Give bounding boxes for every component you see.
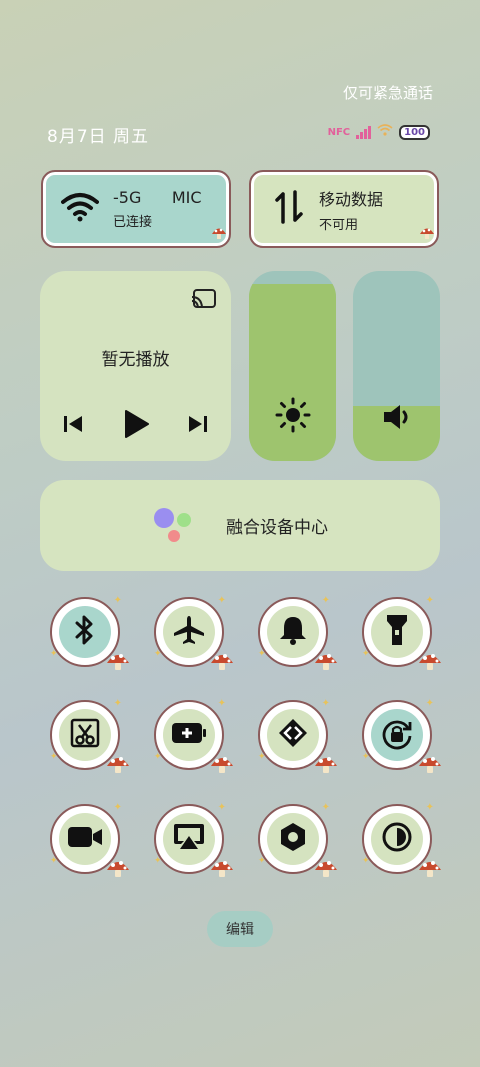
mushroom-icon bbox=[210, 651, 234, 671]
mushroom-icon bbox=[106, 651, 130, 671]
sparkle-icon: ✦ bbox=[217, 802, 226, 813]
screen-record-icon bbox=[66, 824, 104, 854]
emergency-call-status: 仅可紧急通话 bbox=[342, 84, 433, 102]
device-center-icon bbox=[152, 504, 196, 548]
edit-button[interactable]: 编辑 bbox=[207, 911, 273, 947]
mushroom-icon bbox=[106, 754, 130, 774]
mushroom-icon bbox=[210, 858, 234, 878]
battery-saver-toggle[interactable]: ✦ ✦ bbox=[154, 698, 233, 773]
screen-cast-toggle[interactable]: ✦ ✦ bbox=[154, 802, 233, 877]
wifi-network-name: -5G bbox=[113, 188, 142, 207]
wifi-status-icon bbox=[377, 124, 393, 140]
sparkle-icon: ✦ bbox=[154, 649, 162, 659]
screen-cast-icon bbox=[172, 822, 206, 856]
sparkle-icon: ✦ bbox=[321, 698, 330, 709]
dark-mode-icon bbox=[381, 821, 413, 857]
data-transfer-icon bbox=[275, 190, 303, 228]
nfc-icon: NFC bbox=[327, 126, 351, 138]
bluetooth-icon bbox=[71, 614, 99, 650]
volume-slider[interactable] bbox=[353, 271, 440, 461]
sparkle-icon: ✦ bbox=[258, 752, 266, 762]
brightness-fill bbox=[249, 284, 336, 461]
sparkle-icon: ✦ bbox=[154, 856, 162, 866]
sparkle-icon: ✦ bbox=[362, 752, 370, 762]
rotation-lock-icon bbox=[380, 716, 414, 754]
sparkle-icon: ✦ bbox=[113, 595, 122, 606]
mushroom-icon bbox=[418, 651, 442, 671]
bluetooth-toggle[interactable]: ✦ ✦ bbox=[50, 595, 129, 670]
mobile-data-status: 不可用 bbox=[319, 217, 359, 233]
battery-icon: 100 bbox=[399, 124, 430, 140]
previous-track-icon[interactable] bbox=[62, 414, 84, 438]
airplane-mode-toggle[interactable]: ✦ ✦ bbox=[154, 595, 233, 670]
sparkle-icon: ✦ bbox=[425, 698, 434, 709]
mushroom-icon bbox=[211, 226, 227, 244]
screenshot-scissors-icon bbox=[69, 717, 101, 753]
battery-saver-icon bbox=[170, 721, 208, 749]
flashlight-icon bbox=[385, 613, 409, 651]
mobile-data-tile[interactable]: 移动数据 不可用 bbox=[249, 170, 439, 248]
sparkle-icon: ✦ bbox=[50, 649, 58, 659]
rotation-lock-toggle[interactable]: ✦ ✦ bbox=[362, 698, 441, 773]
settings-nut-toggle[interactable]: ✦ ✦ bbox=[258, 802, 337, 877]
sparkle-icon: ✦ bbox=[154, 752, 162, 762]
wifi-status: 已连接 bbox=[113, 215, 153, 230]
mushroom-icon bbox=[418, 754, 442, 774]
mushroom-icon bbox=[314, 651, 338, 671]
mushroom-icon bbox=[314, 858, 338, 878]
brightness-slider[interactable] bbox=[249, 271, 336, 461]
mushroom-icon bbox=[418, 858, 442, 878]
mushroom-icon bbox=[419, 226, 435, 244]
ringer-icon bbox=[278, 614, 308, 650]
sparkle-icon: ✦ bbox=[425, 802, 434, 813]
volume-icon bbox=[353, 401, 440, 433]
sparkle-icon: ✦ bbox=[217, 595, 226, 606]
brightness-icon bbox=[249, 397, 336, 433]
sparkle-icon: ✦ bbox=[362, 856, 370, 866]
flashlight-toggle[interactable]: ✦ ✦ bbox=[362, 595, 441, 670]
device-center-card[interactable]: 融合设备中心 bbox=[40, 480, 440, 571]
play-icon[interactable] bbox=[122, 409, 150, 443]
airplane-mode-icon bbox=[172, 614, 206, 650]
cast-icon[interactable] bbox=[191, 288, 216, 308]
mushroom-icon bbox=[106, 858, 130, 878]
sparkle-icon: ✦ bbox=[113, 802, 122, 813]
media-card[interactable]: 暂无播放 bbox=[40, 271, 231, 461]
sparkle-icon: ✦ bbox=[321, 802, 330, 813]
status-icons: NFC 100 bbox=[328, 124, 430, 140]
media-title: 暂无播放 bbox=[101, 350, 170, 370]
next-track-icon[interactable] bbox=[187, 414, 209, 438]
wifi-network-extra: MIC bbox=[171, 188, 202, 207]
date-label: 8月7日 周五 bbox=[47, 127, 150, 147]
nearby-share-icon bbox=[277, 717, 309, 753]
screen-record-toggle[interactable]: ✦ ✦ bbox=[50, 802, 129, 877]
sparkle-icon: ✦ bbox=[50, 752, 58, 762]
wifi-tile[interactable]: -5G MIC 已连接 bbox=[41, 170, 231, 248]
mobile-data-title: 移动数据 bbox=[319, 189, 384, 209]
settings-nut-icon bbox=[277, 821, 309, 857]
sparkle-icon: ✦ bbox=[258, 856, 266, 866]
sparkle-icon: ✦ bbox=[362, 649, 370, 659]
mushroom-icon bbox=[210, 754, 234, 774]
sparkle-icon: ✦ bbox=[113, 698, 122, 709]
device-center-label: 融合设备中心 bbox=[226, 518, 328, 538]
sparkle-icon: ✦ bbox=[425, 595, 434, 606]
signal-icon bbox=[356, 125, 372, 139]
sparkle-icon: ✦ bbox=[258, 649, 266, 659]
nearby-share-toggle[interactable]: ✦ ✦ bbox=[258, 698, 337, 773]
dark-mode-toggle[interactable]: ✦ ✦ bbox=[362, 802, 441, 877]
mushroom-icon bbox=[314, 754, 338, 774]
ringer-toggle[interactable]: ✦ ✦ bbox=[258, 595, 337, 670]
sparkle-icon: ✦ bbox=[217, 698, 226, 709]
screenshot-scissors-toggle[interactable]: ✦ ✦ bbox=[50, 698, 129, 773]
sparkle-icon: ✦ bbox=[321, 595, 330, 606]
wifi-icon bbox=[61, 192, 99, 226]
sparkle-icon: ✦ bbox=[50, 856, 58, 866]
